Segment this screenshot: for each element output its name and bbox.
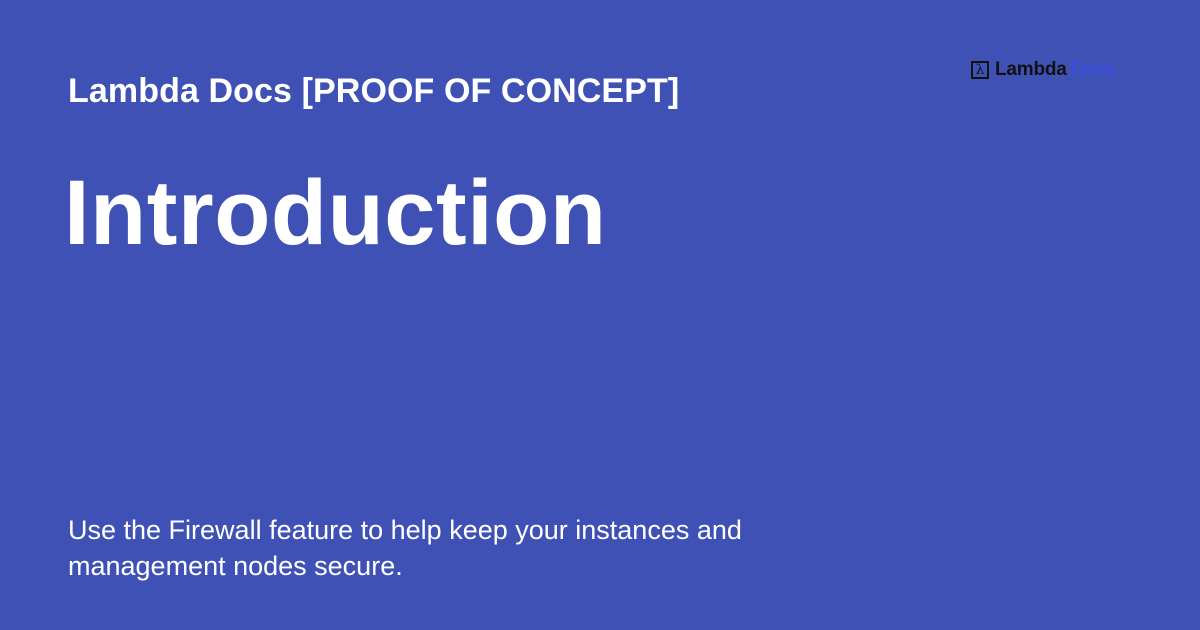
page-description: Use the Firewall feature to help keep yo… (68, 515, 742, 581)
social-card: Lambda Docs [PROOF OF CONCEPT] Introduct… (0, 0, 1200, 630)
site-title: Lambda Docs [PROOF OF CONCEPT] (68, 72, 680, 110)
logo-word-secondary: Docs (1070, 59, 1114, 80)
brand-logo: λ Lambda Docs (971, 58, 1114, 82)
logo-word-primary: Lambda (995, 59, 1067, 80)
lambda-icon: λ (971, 61, 989, 79)
page-title: Introduction (64, 162, 607, 264)
